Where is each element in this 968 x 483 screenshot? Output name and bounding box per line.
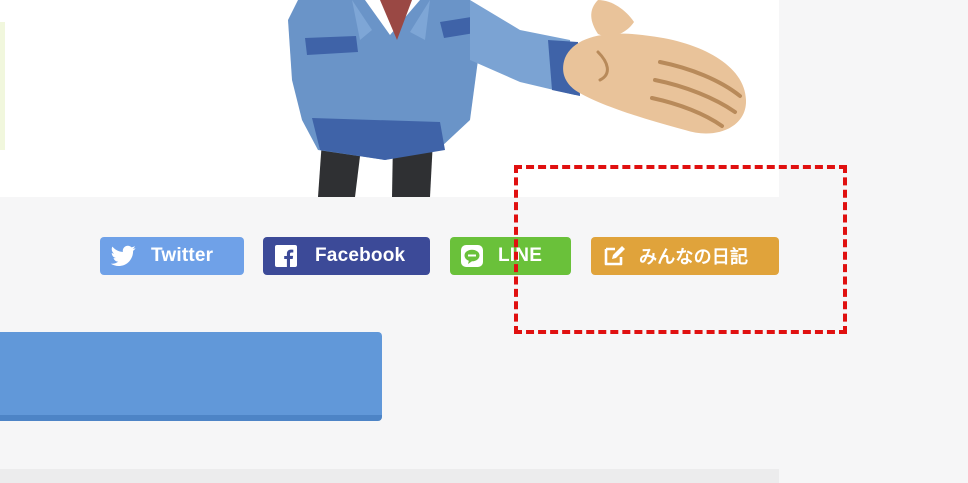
facebook-label: Facebook xyxy=(315,245,406,266)
twitter-share-button[interactable]: Twitter xyxy=(100,237,244,275)
facebook-f-icon xyxy=(275,245,297,267)
twitter-bird-icon xyxy=(111,245,136,267)
twitter-label: Twitter xyxy=(151,245,214,266)
line-chat-icon xyxy=(461,245,483,267)
highlight-box xyxy=(514,165,847,334)
blue-banner-bar xyxy=(0,332,382,421)
bottom-divider xyxy=(0,469,779,483)
facebook-share-button[interactable]: Facebook xyxy=(263,237,430,275)
